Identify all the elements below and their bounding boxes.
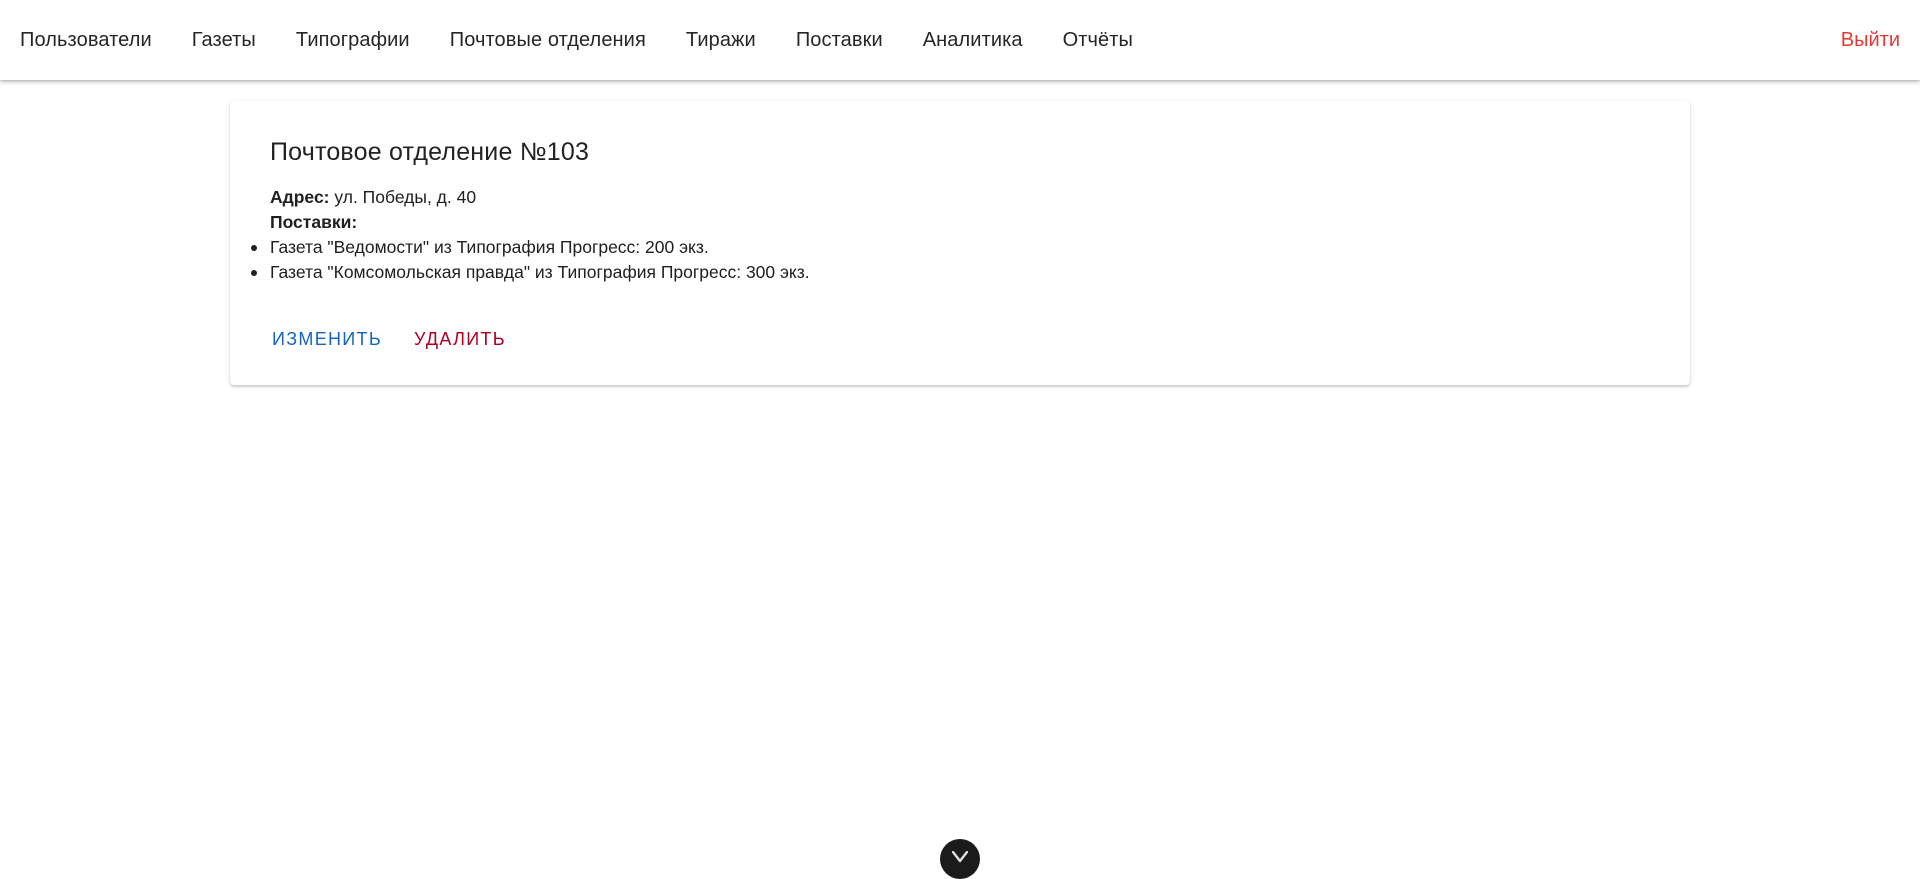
edit-button[interactable]: Изменить [270, 325, 384, 354]
chevron-down-icon [952, 851, 968, 863]
address-value: ул. Победы, д. 40 [334, 187, 477, 207]
nav-item-newspapers[interactable]: Газеты [192, 29, 256, 52]
address-row: Адрес: ул. Победы, д. 40 [270, 185, 1650, 210]
deliveries-row: Поставки: [270, 210, 1650, 235]
delivery-list-item: Газета "Комсомольская правда" из Типогра… [251, 260, 1650, 285]
card-actions: Изменить Удалить [270, 325, 1650, 354]
nav-item-post-offices[interactable]: Почтовые отделения [450, 29, 646, 52]
main-nav: Пользователи Газеты Типографии Почтовые … [0, 29, 1173, 52]
nav-item-deliveries[interactable]: Поставки [796, 29, 883, 52]
nav-item-users[interactable]: Пользователи [20, 29, 152, 52]
deliveries-label: Поставки: [270, 212, 358, 232]
nav-item-printing-houses[interactable]: Типографии [296, 29, 410, 52]
scroll-toggle-button[interactable] [940, 839, 980, 879]
deliveries-list: Газета "Ведомости" из Типография Прогрес… [251, 235, 1650, 285]
logout-button[interactable]: Выйти [1841, 0, 1900, 80]
post-office-title: Почтовое отделение №103 [270, 138, 590, 166]
nav-item-reports[interactable]: Отчёты [1063, 29, 1133, 52]
nav-item-analytics[interactable]: Аналитика [923, 29, 1023, 52]
address-label: Адрес: [270, 187, 330, 207]
top-navigation-bar: Пользователи Газеты Типографии Почтовые … [0, 0, 1920, 80]
nav-item-circulations[interactable]: Тиражи [686, 29, 756, 52]
post-office-card: Почтовое отделение №103 Адрес: ул. Побед… [230, 101, 1690, 385]
delivery-list-item: Газета "Ведомости" из Типография Прогрес… [251, 235, 1650, 260]
delete-button[interactable]: Удалить [412, 325, 508, 354]
